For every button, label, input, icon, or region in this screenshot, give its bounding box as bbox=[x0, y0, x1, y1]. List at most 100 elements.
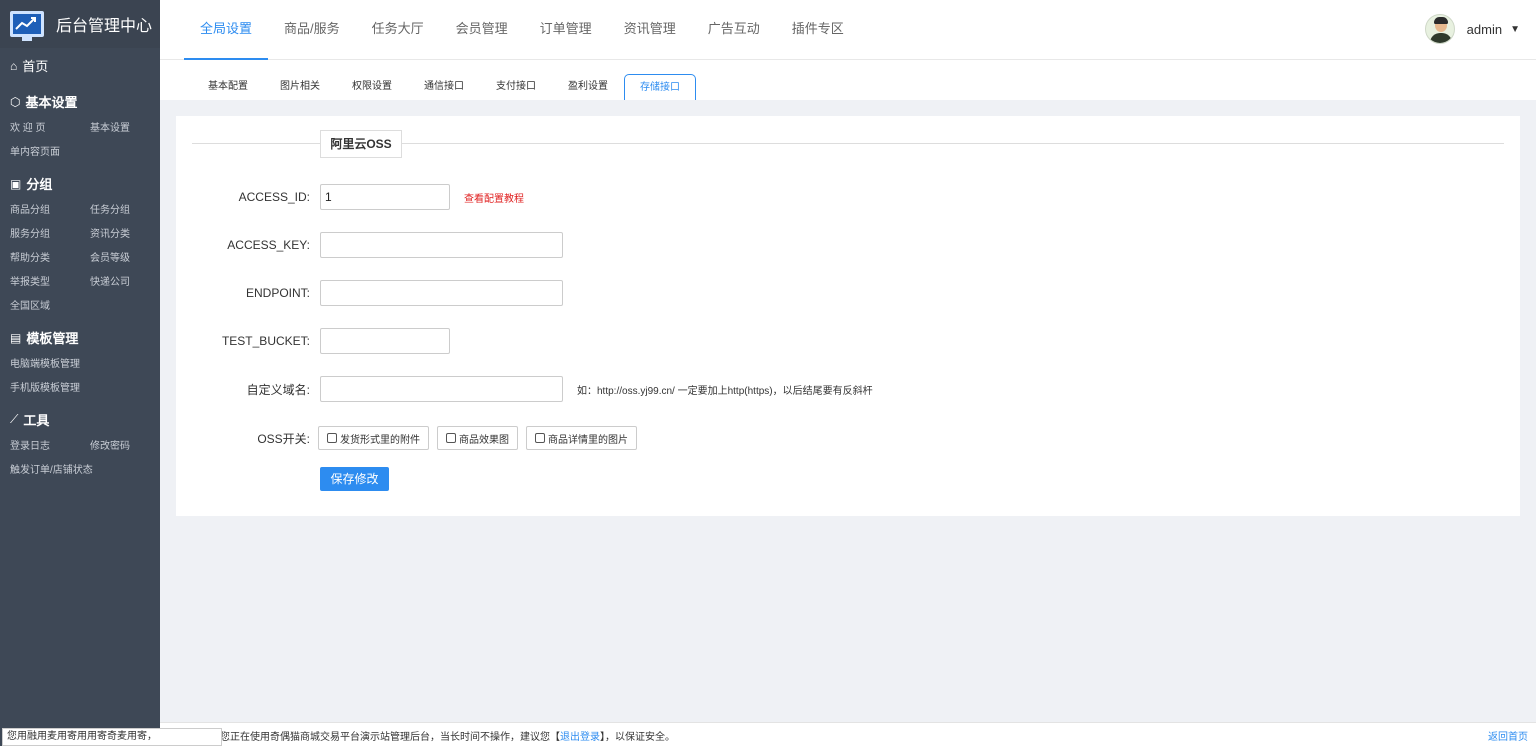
topnav-plugins[interactable]: 插件专区 bbox=[776, 0, 860, 60]
sidebar: 后台管理中心 ⌂ 首页 ⬡ 基本设置 欢 迎 页 基本设置 单内容页面 ▣ 分组… bbox=[0, 0, 160, 746]
sidebar-item[interactable]: 快递公司 bbox=[90, 271, 170, 295]
row-test-bucket: TEST_BUCKET: bbox=[176, 328, 450, 354]
test-bucket-input[interactable] bbox=[320, 328, 450, 354]
sidebar-item[interactable]: 举报类型 bbox=[10, 271, 90, 295]
tab-permissions[interactable]: 权限设置 bbox=[342, 74, 402, 100]
tab-image[interactable]: 图片相关 bbox=[270, 74, 330, 100]
checkbox-icon bbox=[535, 433, 545, 443]
sidebar-item-home[interactable]: ⌂ 首页 bbox=[0, 48, 160, 83]
sidebar-item-basic-settings[interactable]: 基本设置 bbox=[90, 117, 170, 141]
topnav-global-settings[interactable]: 全局设置 bbox=[184, 0, 269, 60]
sub-tabs: 基本配置 图片相关 权限设置 通信接口 支付接口 盈利设置 存储接口 bbox=[160, 60, 1536, 100]
section-title: 工具 bbox=[23, 413, 50, 428]
tab-basic-config[interactable]: 基本配置 bbox=[198, 74, 258, 100]
row-endpoint: ENDPOINT: bbox=[176, 280, 563, 306]
checkbox-product-effect-image[interactable]: 商品效果图 bbox=[437, 426, 518, 450]
row-access-key: ACCESS_KEY: bbox=[176, 232, 563, 258]
section-title: 分组 bbox=[26, 177, 53, 192]
topnav-task-hall[interactable]: 任务大厅 bbox=[356, 0, 440, 60]
topnav-ads[interactable]: 广告互动 bbox=[692, 0, 776, 60]
tab-storage[interactable]: 存储接口 bbox=[624, 74, 696, 100]
sidebar-item[interactable]: 手机版模板管理 bbox=[10, 377, 170, 401]
sidebar-item[interactable]: 服务分组 bbox=[10, 223, 90, 247]
sidebar-item[interactable]: 全国区域 bbox=[10, 295, 170, 319]
checkbox-icon bbox=[446, 433, 456, 443]
line-chart-icon: ⟋ bbox=[10, 412, 19, 426]
custom-domain-input[interactable] bbox=[320, 376, 563, 402]
top-nav: 全局设置 商品/服务 任务大厅 会员管理 订单管理 资讯管理 广告互动 插件专区 bbox=[184, 0, 860, 60]
fieldset-legend: 阿里云OSS bbox=[320, 130, 402, 158]
cube-icon: ⬡ bbox=[10, 94, 21, 109]
avatar bbox=[1424, 14, 1455, 44]
return-home-link[interactable]: 返回首页 bbox=[1488, 728, 1528, 743]
topnav-goods-services[interactable]: 商品/服务 bbox=[268, 0, 356, 60]
sidebar-item[interactable]: 资讯分类 bbox=[90, 223, 170, 247]
sidebar-section-tools: ⟋ 工具 bbox=[0, 401, 160, 435]
sidebar-section-group: ▣ 分组 bbox=[0, 165, 160, 199]
sidebar-item[interactable]: 任务分组 bbox=[90, 199, 170, 223]
footer-message: 您正在使用奇偶猫商城交易平台演示站管理后台，当长时间不操作，建议您【退出登录】，… bbox=[220, 728, 675, 743]
row-oss-switch: OSS开关: 发货形式里的附件 商品效果图 商品详情里的图片 bbox=[176, 425, 637, 451]
checkbox-product-detail-image[interactable]: 商品详情里的图片 bbox=[526, 426, 637, 450]
sidebar-item[interactable]: 商品分组 bbox=[10, 199, 90, 223]
checkbox-label: 发货形式里的附件 bbox=[340, 434, 420, 446]
row-access-id: ACCESS_ID: 1 查看配置教程 bbox=[176, 184, 524, 210]
topnav-orders[interactable]: 订单管理 bbox=[524, 0, 608, 60]
sidebar-item[interactable]: 触发订单/店铺状态 bbox=[10, 459, 170, 483]
endpoint-label: ENDPOINT: bbox=[245, 286, 310, 300]
checkbox-delivery-attachment[interactable]: 发货形式里的附件 bbox=[318, 426, 429, 450]
settings-panel: 阿里云OSS ACCESS_ID: 1 查看配置教程 ACCESS_KEY: E… bbox=[176, 116, 1520, 516]
logout-link[interactable]: 退出登录 bbox=[560, 732, 600, 743]
footer-bar: 您正在使用奇偶猫商城交易平台演示站管理后台，当长时间不操作，建议您【退出登录】，… bbox=[160, 722, 1536, 746]
sidebar-item-welcome[interactable]: 欢 迎 页 bbox=[10, 117, 90, 141]
sidebar-home-label: 首页 bbox=[22, 59, 49, 74]
custom-domain-hint: 如：http://oss.yj99.cn/ 一定要加上http(https)，以… bbox=[577, 385, 873, 397]
sidebar-item[interactable]: 修改密码 bbox=[90, 435, 170, 459]
tab-communication[interactable]: 通信接口 bbox=[414, 74, 474, 100]
tab-payment[interactable]: 支付接口 bbox=[486, 74, 546, 100]
brand[interactable]: 后台管理中心 bbox=[0, 0, 160, 48]
checkbox-label: 商品效果图 bbox=[459, 434, 509, 446]
checkbox-icon bbox=[327, 433, 337, 443]
sidebar-item[interactable]: 帮助分类 bbox=[10, 247, 90, 271]
access-key-label: ACCESS_KEY: bbox=[227, 238, 310, 252]
caret-down-icon: ▼ bbox=[1510, 23, 1520, 35]
sidebar-group-tools: 登录日志 修改密码 触发订单/店铺状态 bbox=[0, 435, 160, 483]
top-bar: 全局设置 商品/服务 任务大厅 会员管理 订单管理 资讯管理 广告互动 插件专区… bbox=[160, 0, 1536, 60]
test-bucket-label: TEST_BUCKET: bbox=[221, 334, 310, 348]
sidebar-section-template: ▤ 模板管理 bbox=[0, 319, 160, 353]
endpoint-input[interactable] bbox=[320, 280, 563, 306]
tab-profit[interactable]: 盈利设置 bbox=[558, 74, 618, 100]
sidebar-item[interactable]: 登录日志 bbox=[10, 435, 90, 459]
section-title: 模板管理 bbox=[26, 331, 79, 346]
topnav-news[interactable]: 资讯管理 bbox=[608, 0, 692, 60]
document-icon: ▤ bbox=[10, 330, 22, 345]
sidebar-item[interactable]: 电脑端模板管理 bbox=[10, 353, 170, 377]
sidebar-section-basic: ⬡ 基本设置 bbox=[0, 83, 160, 117]
sidebar-group-basic: 欢 迎 页 基本设置 单内容页面 bbox=[0, 117, 160, 165]
access-id-input[interactable]: 1 bbox=[320, 184, 450, 210]
footer-text: 】，以保证安全。 bbox=[600, 732, 675, 743]
access-key-input[interactable] bbox=[320, 232, 563, 258]
sidebar-group-templates: 电脑端模板管理 手机版模板管理 bbox=[0, 353, 160, 401]
user-menu[interactable]: admin ▼ bbox=[1424, 14, 1520, 44]
sidebar-item[interactable]: 会员等级 bbox=[90, 247, 170, 271]
topnav-members[interactable]: 会员管理 bbox=[440, 0, 524, 60]
tooltip-box: 您用融用麦用寄用用寄奇麦用寄， bbox=[2, 728, 222, 746]
sidebar-item-single-page[interactable]: 单内容页面 bbox=[10, 141, 170, 165]
monitor-chart-logo-icon bbox=[10, 11, 44, 41]
brand-title: 后台管理中心 bbox=[56, 18, 153, 35]
sidebar-group-groups: 商品分组 任务分组 服务分组 资讯分类 帮助分类 会员等级 举报类型 快递公司 … bbox=[0, 199, 160, 319]
checkbox-label: 商品详情里的图片 bbox=[548, 434, 628, 446]
section-title: 基本设置 bbox=[25, 95, 78, 110]
save-button[interactable]: 保存修改 bbox=[320, 467, 389, 491]
custom-domain-label: 自定义域名: bbox=[246, 382, 310, 397]
home-icon: ⌂ bbox=[10, 58, 18, 73]
briefcase-icon: ▣ bbox=[10, 176, 22, 191]
footer-text: 您正在使用奇偶猫商城交易平台演示站管理后台，当长时间不操作，建议您【 bbox=[220, 732, 560, 743]
row-custom-domain: 自定义域名: 如：http://oss.yj99.cn/ 一定要加上http(h… bbox=[176, 376, 873, 402]
oss-switch-label: OSS开关: bbox=[257, 431, 310, 446]
config-tutorial-link[interactable]: 查看配置教程 bbox=[464, 190, 524, 205]
username: admin bbox=[1466, 21, 1503, 37]
access-id-label: ACCESS_ID: bbox=[238, 190, 310, 204]
